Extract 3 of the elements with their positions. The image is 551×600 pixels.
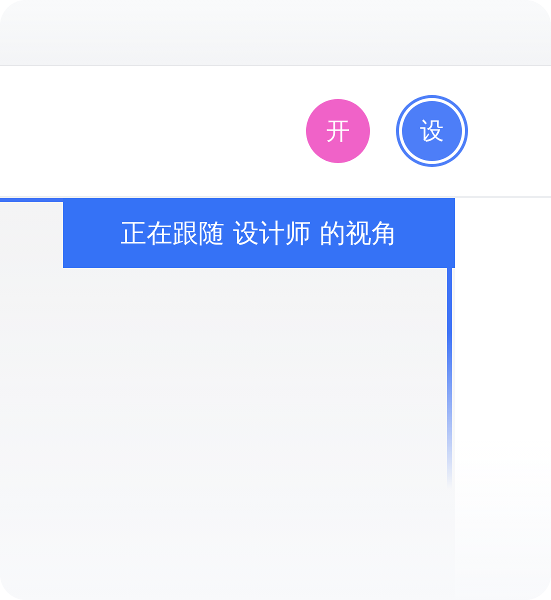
user-avatar[interactable]: 设 [402,101,462,161]
user-avatar[interactable]: 开 [306,99,370,163]
follow-banner: 正在跟随 设计师 的视角 [63,198,455,268]
